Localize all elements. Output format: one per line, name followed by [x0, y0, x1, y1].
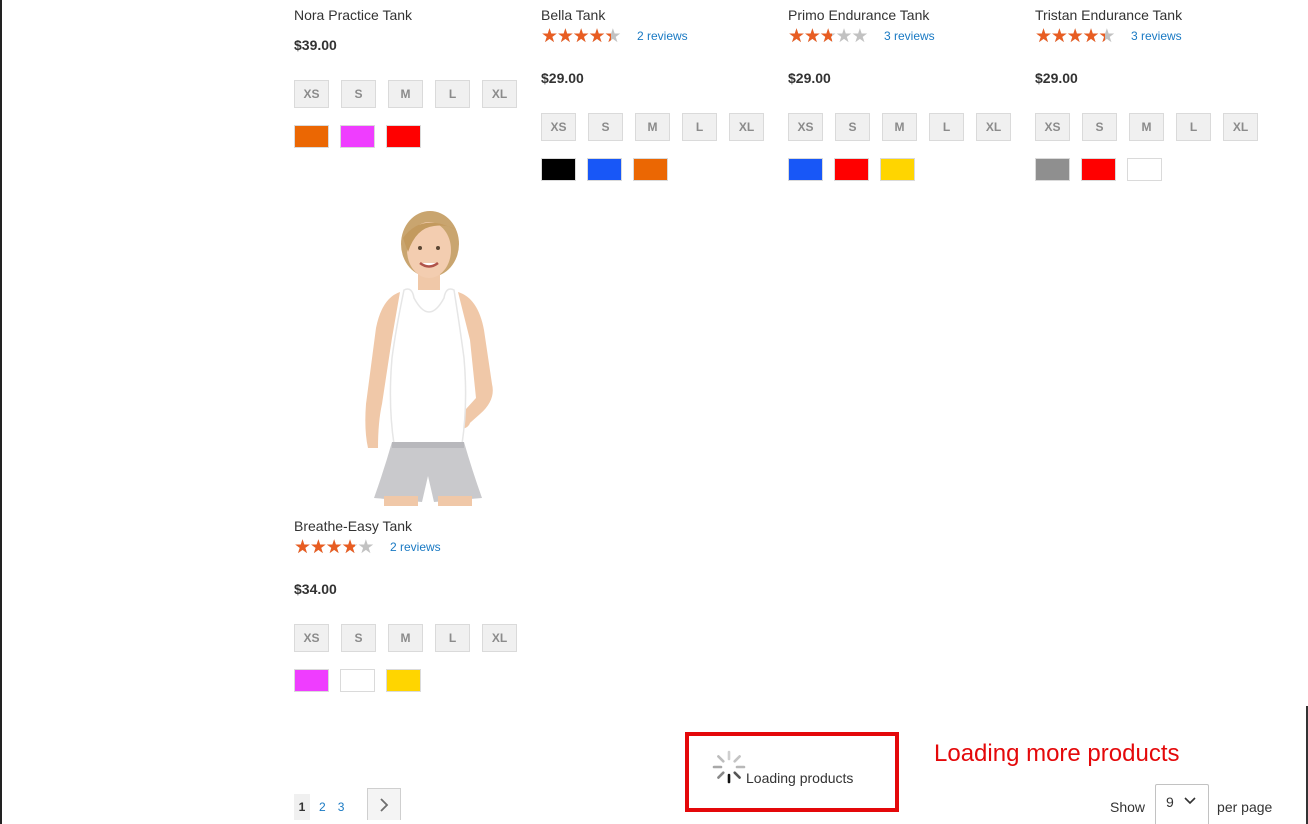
size-option[interactable]: S	[835, 113, 870, 141]
page-link[interactable]: 2	[319, 794, 326, 820]
loading-indicator-highlight: Loading products	[685, 732, 899, 812]
color-options	[788, 158, 915, 181]
color-swatch[interactable]	[1127, 158, 1162, 181]
size-option[interactable]: XS	[294, 624, 329, 652]
size-option[interactable]: S	[341, 624, 376, 652]
size-option[interactable]: XL	[976, 113, 1011, 141]
spinner-icon	[712, 750, 746, 784]
page-size-limiter: Show 9 per page	[1110, 784, 1272, 824]
color-options	[294, 125, 421, 148]
product-name[interactable]: Bella Tank	[541, 6, 771, 24]
rating-stars: ★★★★★★★★★★	[541, 25, 621, 47]
product-price: $29.00	[541, 70, 584, 86]
color-swatch[interactable]	[587, 158, 622, 181]
product-name[interactable]: Nora Practice Tank	[294, 6, 524, 24]
product-price: $29.00	[1035, 70, 1078, 86]
size-options: XS S M L XL	[294, 624, 517, 652]
color-swatch[interactable]	[340, 669, 375, 692]
product-image	[365, 211, 493, 506]
color-swatch[interactable]	[834, 158, 869, 181]
color-options	[1035, 158, 1162, 181]
reviews-link[interactable]: 2 reviews	[390, 540, 441, 554]
color-swatch[interactable]	[880, 158, 915, 181]
product-card-breathe-easy-tank: Breathe-Easy Tank ★★★★★★★★★★ 2 reviews $…	[294, 517, 524, 697]
size-option[interactable]: S	[1082, 113, 1117, 141]
product-rating: ★★★★★★★★★★ 3 reviews	[788, 25, 935, 47]
color-swatch[interactable]	[1035, 158, 1070, 181]
color-options	[294, 669, 421, 692]
color-swatch[interactable]	[294, 669, 329, 692]
size-option[interactable]: XS	[541, 113, 576, 141]
color-swatch[interactable]	[788, 158, 823, 181]
pagination: 1 2 3	[294, 788, 402, 820]
color-swatch[interactable]	[633, 158, 668, 181]
size-option[interactable]: S	[588, 113, 623, 141]
color-swatch[interactable]	[541, 158, 576, 181]
chevron-right-icon	[380, 797, 389, 812]
size-option[interactable]: L	[435, 624, 470, 652]
size-option[interactable]: L	[682, 113, 717, 141]
size-option[interactable]: L	[1176, 113, 1211, 141]
size-option[interactable]: XS	[294, 80, 329, 108]
size-options: XS S M L XL	[541, 113, 764, 141]
color-swatch[interactable]	[294, 125, 329, 148]
annotation-label: Loading more products	[934, 740, 1180, 767]
next-page-button[interactable]	[367, 788, 402, 820]
size-options: XS S M L XL	[1035, 113, 1258, 141]
product-name[interactable]: Tristan Endurance Tank	[1035, 6, 1265, 24]
size-option[interactable]: XS	[788, 113, 823, 141]
size-option[interactable]: L	[435, 80, 470, 108]
product-rating: ★★★★★★★★★★ 3 reviews	[1035, 25, 1182, 47]
color-swatch[interactable]	[1081, 158, 1116, 181]
page-size-value: 9	[1166, 794, 1174, 810]
size-option[interactable]: XL	[1223, 113, 1258, 141]
rating-stars: ★★★★★★★★★★	[294, 536, 374, 558]
page-size-select[interactable]: 9	[1155, 784, 1210, 824]
size-options: XS S M L XL	[788, 113, 1011, 141]
product-name[interactable]: Breathe-Easy Tank	[294, 517, 524, 535]
size-option[interactable]: XL	[482, 624, 517, 652]
rating-stars: ★★★★★★★★★★	[1035, 25, 1115, 47]
color-swatch[interactable]	[340, 125, 375, 148]
color-swatch[interactable]	[386, 125, 421, 148]
reviews-link[interactable]: 3 reviews	[1131, 29, 1182, 43]
size-option[interactable]: M	[388, 80, 423, 108]
product-rating: ★★★★★★★★★★ 2 reviews	[294, 536, 441, 558]
product-name[interactable]: Primo Endurance Tank	[788, 6, 1018, 24]
product-price: $39.00	[294, 37, 337, 53]
product-card-nora-practice-tank: Nora Practice Tank $39.00 XS S M L XL	[294, 6, 524, 156]
product-price: $34.00	[294, 581, 337, 597]
size-option[interactable]: XS	[1035, 113, 1070, 141]
limiter-label-show: Show	[1110, 799, 1146, 815]
limiter-label-per-page: per page	[1217, 799, 1273, 815]
page-current: 1	[294, 794, 310, 820]
size-option[interactable]: XL	[729, 113, 764, 141]
product-card-primo-endurance-tank: Primo Endurance Tank ★★★★★★★★★★ 3 review…	[788, 6, 1018, 186]
size-options: XS S M L XL	[294, 80, 517, 108]
page-left-border	[0, 0, 2, 824]
chevron-down-icon	[1184, 797, 1196, 805]
page-link[interactable]: 3	[338, 794, 345, 820]
size-option[interactable]: M	[635, 113, 670, 141]
reviews-link[interactable]: 2 reviews	[637, 29, 688, 43]
size-option[interactable]: XL	[482, 80, 517, 108]
product-card-bella-tank: Bella Tank ★★★★★★★★★★ 2 reviews $29.00 X…	[541, 6, 771, 186]
color-swatch[interactable]	[386, 669, 421, 692]
size-option[interactable]: S	[341, 80, 376, 108]
rating-stars: ★★★★★★★★★★	[788, 25, 868, 47]
size-option[interactable]: L	[929, 113, 964, 141]
size-option[interactable]: M	[388, 624, 423, 652]
size-option[interactable]: M	[882, 113, 917, 141]
loading-text: Loading products	[746, 770, 854, 786]
product-card-tristan-endurance-tank: Tristan Endurance Tank ★★★★★★★★★★ 3 revi…	[1035, 6, 1265, 186]
product-photo-breathe-easy-tank[interactable]	[330, 208, 524, 506]
product-rating: ★★★★★★★★★★ 2 reviews	[541, 25, 688, 47]
color-options	[541, 158, 668, 181]
product-price: $29.00	[788, 70, 831, 86]
reviews-link[interactable]: 3 reviews	[884, 29, 935, 43]
size-option[interactable]: M	[1129, 113, 1164, 141]
